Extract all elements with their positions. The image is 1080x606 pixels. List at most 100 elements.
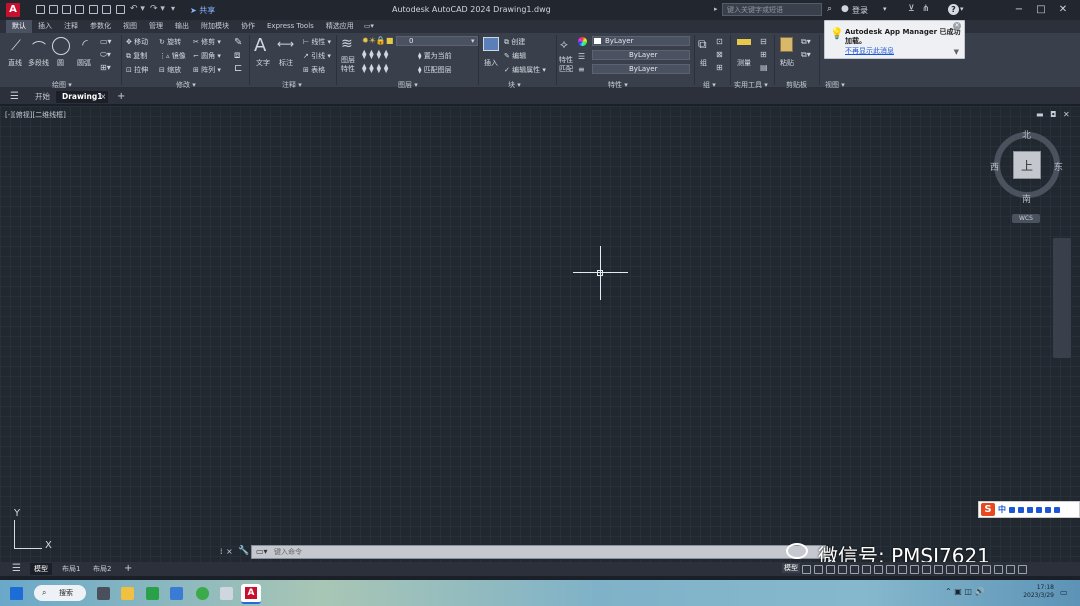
color-wheel-icon[interactable] bbox=[578, 37, 587, 46]
system-tray-icons[interactable]: ⌃ ▣ ◫ 🔊 bbox=[945, 587, 984, 596]
tab-home[interactable]: 默认 bbox=[6, 20, 32, 33]
ortho-toggle-icon[interactable] bbox=[826, 564, 835, 574]
copy-button[interactable]: ⧉ 复制 bbox=[126, 51, 147, 61]
login-dropdown-icon[interactable]: ▾ bbox=[883, 5, 887, 13]
close-window-icon[interactable]: ✕ bbox=[1056, 3, 1070, 17]
create-block-button[interactable]: ⧉ 创建 bbox=[504, 37, 525, 47]
erase-icon[interactable]: ✎ bbox=[234, 37, 242, 48]
search-input[interactable]: 键入关键字或短语 bbox=[722, 3, 822, 16]
selection-cycling-icon[interactable] bbox=[910, 564, 919, 574]
user-icon[interactable]: ● bbox=[841, 4, 849, 14]
paste-button[interactable]: 粘贴 bbox=[780, 58, 794, 68]
tab-annotate[interactable]: 注释 bbox=[58, 20, 84, 33]
line-icon[interactable]: ⟋ bbox=[8, 38, 24, 54]
navigation-bar[interactable] bbox=[1053, 238, 1071, 358]
dimension-button[interactable]: 标注 bbox=[279, 58, 293, 68]
measure-icon[interactable] bbox=[737, 39, 751, 45]
offset-icon[interactable]: ⊏ bbox=[234, 63, 242, 74]
ribbon-display-toggle-icon[interactable]: ▭▾ bbox=[360, 20, 378, 33]
maximize-icon[interactable]: □ bbox=[1034, 3, 1048, 17]
group-icon[interactable]: ⧉ bbox=[698, 37, 707, 52]
redo-icon[interactable]: ↷ ▾ bbox=[150, 4, 165, 14]
units-icon[interactable] bbox=[958, 564, 967, 574]
color-dropdown[interactable]: ByLayer bbox=[592, 36, 690, 46]
cut-icon[interactable]: ⧉▾ bbox=[801, 37, 811, 47]
drawing-canvas[interactable] bbox=[0, 106, 1080, 563]
notification-center-icon[interactable]: ▭ bbox=[1060, 588, 1068, 597]
edit-attribute-button[interactable]: ✓ 编辑属性 ▾ bbox=[504, 65, 546, 75]
ime-menu-icon[interactable] bbox=[1054, 506, 1060, 513]
polyline-button[interactable]: 多段线 bbox=[28, 58, 49, 68]
isolate-objects-icon[interactable] bbox=[982, 564, 991, 574]
tab-addins[interactable]: 附加模块 bbox=[195, 20, 235, 33]
add-layout-icon[interactable]: + bbox=[120, 563, 136, 575]
notification-expand-icon[interactable]: ▼ bbox=[954, 48, 959, 56]
layer-properties-icon[interactable]: ≋ bbox=[341, 36, 353, 52]
tab-layout2[interactable]: 布局2 bbox=[89, 563, 115, 575]
edit-block-button[interactable]: ✎ 编辑 bbox=[504, 51, 526, 61]
cart-icon[interactable]: ⊻ bbox=[908, 4, 915, 14]
search-icon[interactable]: ⌕ bbox=[827, 4, 832, 14]
annotation-scale-icon[interactable] bbox=[922, 564, 931, 574]
layer-dropdown[interactable]: 0 bbox=[396, 36, 478, 46]
hardware-accel-icon[interactable] bbox=[994, 564, 1003, 574]
array-button[interactable]: ⊞ 阵列 ▾ bbox=[193, 65, 221, 75]
rotate-button[interactable]: ↻ 旋转 bbox=[159, 37, 181, 47]
viewport-controls-label[interactable]: [-][俯视][二维线框] bbox=[5, 110, 66, 120]
tab-insert[interactable]: 插入 bbox=[32, 20, 58, 33]
app-icon[interactable] bbox=[220, 587, 233, 600]
rectangle-icon[interactable]: ▭▾ bbox=[100, 37, 112, 46]
ime-mic-icon[interactable] bbox=[1027, 506, 1033, 513]
make-current-button[interactable]: ⧫ 置为当前 bbox=[418, 51, 452, 61]
linetype-icon[interactable]: ☰ bbox=[578, 52, 585, 61]
lineweight-toggle-icon[interactable] bbox=[886, 564, 895, 574]
utility-icon-2[interactable]: ⊞ bbox=[760, 50, 767, 59]
photos-app-icon[interactable] bbox=[170, 587, 183, 600]
polar-toggle-icon[interactable] bbox=[838, 564, 847, 574]
viewcube-face[interactable]: 上 bbox=[1013, 151, 1041, 179]
circle-button[interactable]: 圆 bbox=[57, 58, 64, 68]
table-button[interactable]: ⊞ 表格 bbox=[303, 65, 325, 75]
arc-icon[interactable]: ◜ bbox=[76, 37, 94, 53]
match-properties-icon[interactable]: ⟡ bbox=[560, 37, 568, 52]
autocad-taskbar-icon[interactable]: A bbox=[241, 584, 261, 604]
quick-properties-icon[interactable] bbox=[970, 564, 979, 574]
text-button[interactable]: 文字 bbox=[256, 58, 270, 68]
tab-featured-apps[interactable]: 精选应用 bbox=[320, 20, 360, 33]
grid-toggle-icon[interactable] bbox=[802, 564, 811, 574]
arc-button[interactable]: 圆弧 bbox=[77, 58, 91, 68]
ime-skin-icon[interactable] bbox=[1045, 506, 1051, 513]
wcs-menu[interactable]: WCS bbox=[1012, 214, 1040, 223]
group-button[interactable]: 组 bbox=[700, 58, 707, 68]
wechat-app-icon[interactable] bbox=[146, 587, 159, 600]
minimize-icon[interactable]: − bbox=[1012, 3, 1026, 17]
notification-close-icon[interactable]: ✕ bbox=[953, 22, 961, 30]
layer-tools-icons[interactable]: ⧫ ⧫ ⧫ ⧫ bbox=[362, 50, 388, 60]
viewport-window-controls[interactable]: ▬ ◘ ✕ bbox=[1036, 110, 1072, 119]
workspace-gear-icon[interactable] bbox=[934, 564, 943, 574]
match-properties-button[interactable]: 特性匹配 bbox=[559, 56, 573, 74]
insert-block-icon[interactable] bbox=[483, 37, 499, 51]
osnap-toggle-icon[interactable] bbox=[862, 564, 871, 574]
layer-dropdown-chevron-icon[interactable]: ▾ bbox=[471, 37, 475, 45]
upload-icon[interactable] bbox=[89, 5, 98, 14]
hatch-icon[interactable]: ⬭▾ bbox=[100, 50, 111, 60]
autocad-logo-icon[interactable]: A bbox=[6, 3, 20, 17]
layer-tools-icons-2[interactable]: ⧫ ⧫ ⧫ ⧫ bbox=[362, 64, 388, 74]
copy-clip-icon[interactable]: ⧉▾ bbox=[801, 50, 811, 60]
new-file-icon[interactable] bbox=[36, 5, 45, 14]
save-as-icon[interactable] bbox=[75, 5, 84, 14]
ime-keyboard-icon[interactable] bbox=[1036, 506, 1042, 513]
circle-icon[interactable] bbox=[52, 37, 70, 55]
line-button[interactable]: 直线 bbox=[8, 58, 22, 68]
clean-screen-icon[interactable] bbox=[1006, 564, 1015, 574]
command-customize-icon[interactable]: 🔧 bbox=[238, 546, 249, 556]
transparency-toggle-icon[interactable] bbox=[898, 564, 907, 574]
customize-qat-icon[interactable]: ▾ bbox=[171, 4, 175, 13]
command-close-icon[interactable]: × bbox=[226, 547, 233, 556]
tab-collaborate[interactable]: 协作 bbox=[235, 20, 261, 33]
windows-start-icon[interactable] bbox=[10, 587, 23, 600]
open-file-icon[interactable] bbox=[49, 5, 58, 14]
task-view-icon[interactable] bbox=[97, 587, 110, 600]
help-icon[interactable]: ? bbox=[948, 4, 959, 15]
